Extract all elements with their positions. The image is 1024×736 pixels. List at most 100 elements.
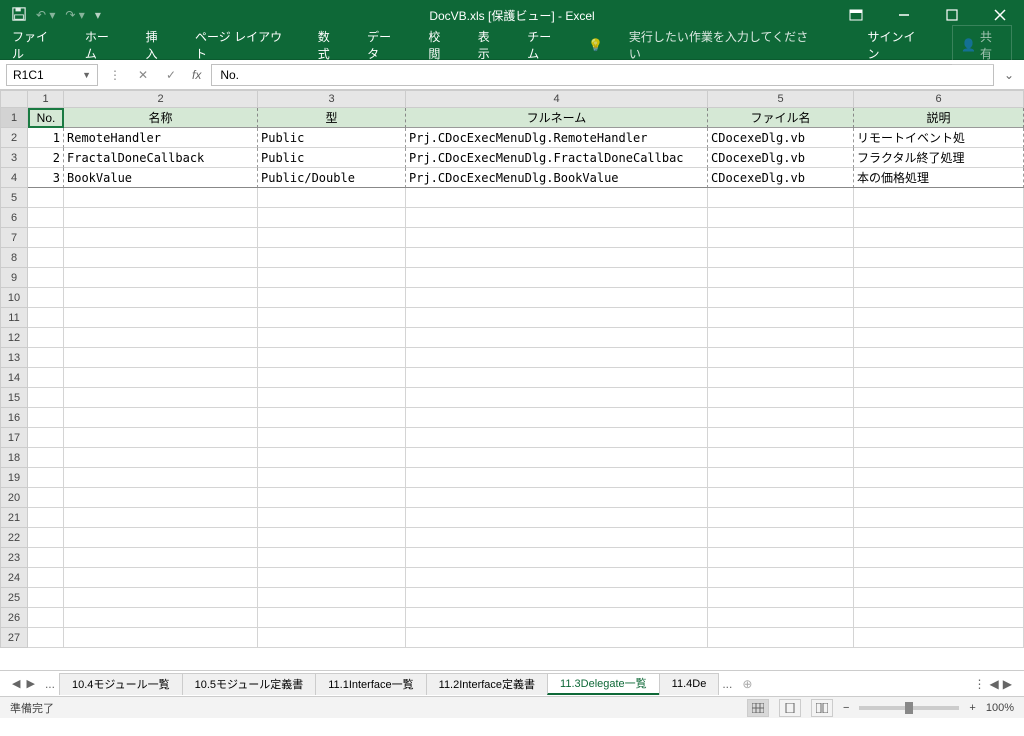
cell[interactable]: [406, 388, 708, 408]
cell[interactable]: [708, 348, 854, 368]
cell[interactable]: [854, 588, 1024, 608]
cell[interactable]: CDocexeDlg.vb: [708, 168, 854, 188]
cell[interactable]: [708, 308, 854, 328]
cell[interactable]: [708, 468, 854, 488]
cell[interactable]: [64, 188, 258, 208]
row-header[interactable]: 23: [0, 548, 28, 568]
cell[interactable]: CDocexeDlg.vb: [708, 128, 854, 148]
cell[interactable]: [64, 228, 258, 248]
row-header[interactable]: 24: [0, 568, 28, 588]
cell[interactable]: [28, 608, 64, 628]
cell[interactable]: [64, 448, 258, 468]
cell[interactable]: [64, 408, 258, 428]
row-header[interactable]: 1: [0, 108, 28, 128]
tab-view[interactable]: 表示: [478, 28, 501, 62]
cell[interactable]: [854, 488, 1024, 508]
cell[interactable]: [406, 208, 708, 228]
cell[interactable]: [258, 488, 406, 508]
cell[interactable]: [64, 208, 258, 228]
column-headers[interactable]: 123456: [28, 90, 1024, 108]
cell[interactable]: [28, 628, 64, 648]
sheet-nav[interactable]: ◀▶: [6, 677, 41, 690]
ribbon-display-icon[interactable]: [836, 1, 876, 29]
row-header[interactable]: 11: [0, 308, 28, 328]
cell[interactable]: [28, 548, 64, 568]
cell[interactable]: [64, 288, 258, 308]
cell[interactable]: [258, 448, 406, 468]
cell[interactable]: [64, 348, 258, 368]
cell[interactable]: [258, 228, 406, 248]
cell[interactable]: [854, 468, 1024, 488]
col-header[interactable]: 4: [406, 90, 708, 108]
cell[interactable]: [406, 188, 708, 208]
cell[interactable]: No.: [28, 108, 64, 128]
cell[interactable]: [708, 488, 854, 508]
col-header[interactable]: 2: [64, 90, 258, 108]
row-header[interactable]: 27: [0, 628, 28, 648]
cell[interactable]: [258, 608, 406, 628]
cell[interactable]: [406, 588, 708, 608]
cell[interactable]: [854, 308, 1024, 328]
worksheet-grid[interactable]: 123456 123456789101112131415161718192021…: [0, 90, 1024, 670]
view-normal-icon[interactable]: [747, 699, 769, 717]
select-all-corner[interactable]: [0, 90, 28, 108]
sheet-overflow-right[interactable]: ...: [718, 677, 736, 691]
namebox-dropdown[interactable]: ⋮: [104, 64, 126, 86]
cell[interactable]: [406, 548, 708, 568]
expand-formula-icon[interactable]: ⌄: [1000, 68, 1018, 82]
sheet-tab[interactable]: 11.4De: [659, 673, 720, 695]
cell[interactable]: [854, 228, 1024, 248]
cell[interactable]: ファイル名: [708, 108, 854, 128]
qat-customize-icon[interactable]: ▾: [95, 8, 101, 22]
cell[interactable]: [854, 528, 1024, 548]
cell[interactable]: [28, 248, 64, 268]
cell[interactable]: [854, 548, 1024, 568]
cell[interactable]: [258, 548, 406, 568]
row-header[interactable]: 10: [0, 288, 28, 308]
cell[interactable]: [64, 248, 258, 268]
minimize-button[interactable]: [884, 1, 924, 29]
cell[interactable]: [406, 328, 708, 348]
cell[interactable]: [258, 188, 406, 208]
row-header[interactable]: 13: [0, 348, 28, 368]
zoom-out-button[interactable]: −: [843, 702, 849, 714]
cell[interactable]: [406, 488, 708, 508]
cell[interactable]: [64, 548, 258, 568]
cells-area[interactable]: No.名称型フルネームファイル名説明1RemoteHandlerPublicPr…: [28, 108, 1024, 648]
tab-review[interactable]: 校閲: [428, 28, 451, 62]
enter-icon[interactable]: ✓: [160, 64, 182, 86]
scroll-right-icon[interactable]: ▶: [1003, 677, 1012, 691]
cell[interactable]: RemoteHandler: [64, 128, 258, 148]
row-header[interactable]: 26: [0, 608, 28, 628]
cell[interactable]: [406, 428, 708, 448]
cell[interactable]: [258, 408, 406, 428]
cell[interactable]: [258, 288, 406, 308]
cell[interactable]: [708, 508, 854, 528]
row-header[interactable]: 16: [0, 408, 28, 428]
row-header[interactable]: 12: [0, 328, 28, 348]
cell[interactable]: Prj.CDocExecMenuDlg.RemoteHandler: [406, 128, 708, 148]
row-header[interactable]: 20: [0, 488, 28, 508]
cell[interactable]: [708, 528, 854, 548]
cell[interactable]: [406, 248, 708, 268]
tab-page-layout[interactable]: ページ レイアウト: [195, 28, 292, 62]
cell[interactable]: CDocexeDlg.vb: [708, 148, 854, 168]
cell[interactable]: [64, 308, 258, 328]
cell[interactable]: [258, 508, 406, 528]
cell[interactable]: [854, 368, 1024, 388]
cell[interactable]: 本の価格処理: [854, 168, 1024, 188]
cell[interactable]: [406, 288, 708, 308]
cell[interactable]: Prj.CDocExecMenuDlg.BookValue: [406, 168, 708, 188]
row-header[interactable]: 5: [0, 188, 28, 208]
cell[interactable]: [28, 228, 64, 248]
cell[interactable]: [708, 588, 854, 608]
cell[interactable]: フルネーム: [406, 108, 708, 128]
cell[interactable]: 説明: [854, 108, 1024, 128]
cell[interactable]: 型: [258, 108, 406, 128]
row-header[interactable]: 14: [0, 368, 28, 388]
cell[interactable]: [708, 548, 854, 568]
undo-icon[interactable]: ↶ ▾: [36, 8, 55, 22]
row-headers[interactable]: 1234567891011121314151617181920212223242…: [0, 108, 28, 648]
cell[interactable]: [28, 468, 64, 488]
sheet-next-icon[interactable]: ▶: [26, 677, 34, 690]
